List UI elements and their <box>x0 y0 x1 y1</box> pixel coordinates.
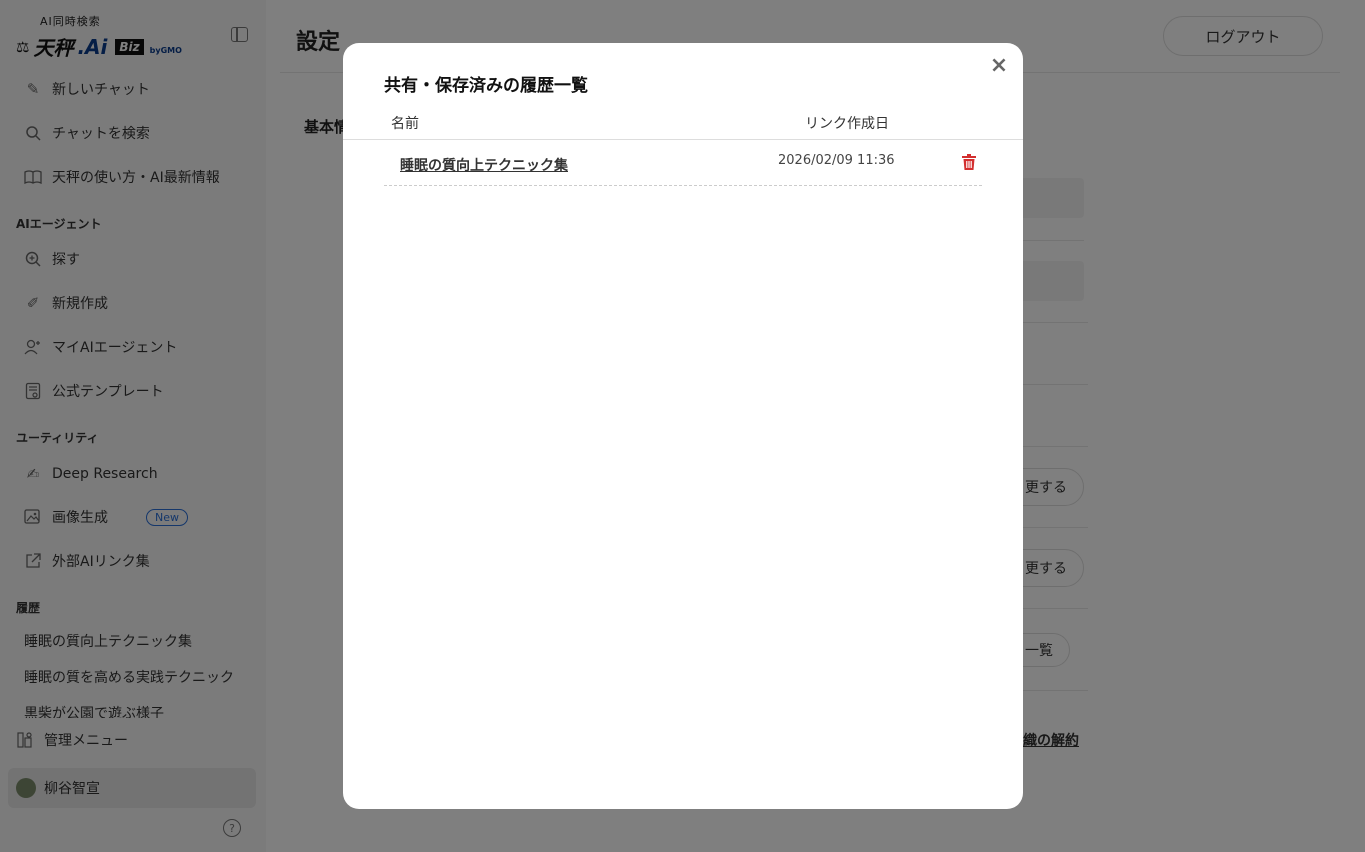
close-icon[interactable]: × <box>989 55 1009 77</box>
table-row: 睡眠の質向上テクニック集 2026/02/09 11:36 <box>384 140 982 186</box>
modal-title: 共有・保存済みの履歴一覧 <box>384 76 588 96</box>
column-header-date: リンク作成日 <box>805 116 889 132</box>
trash-icon[interactable] <box>962 154 976 170</box>
shared-history-modal: 共有・保存済みの履歴一覧 × 名前 リンク作成日 睡眠の質向上テクニック集 20… <box>343 43 1023 809</box>
column-header-name: 名前 <box>391 116 419 132</box>
history-link[interactable]: 睡眠の質向上テクニック集 <box>400 155 568 175</box>
link-date: 2026/02/09 11:36 <box>778 153 895 168</box>
